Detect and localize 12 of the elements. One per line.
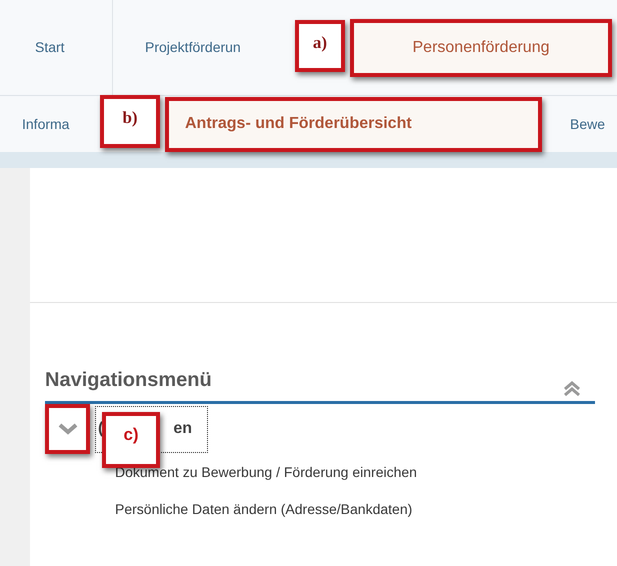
- callout-label: c): [102, 412, 160, 468]
- collapse-icon[interactable]: [563, 381, 581, 397]
- nav-tab[interactable]: Antrags- und Förderübersicht: [165, 96, 542, 152]
- menu-title: Navigationsmenü: [45, 368, 212, 393]
- callout-label: a): [295, 20, 345, 72]
- nav-tab[interactable]: Personenförderung: [350, 18, 612, 76]
- nav-tab[interactable]: Projektförderun: [113, 0, 288, 95]
- callout-label: b): [100, 95, 160, 148]
- chevron-down-icon: [58, 423, 78, 435]
- expand-toggle[interactable]: [45, 404, 90, 454]
- nav-tab[interactable]: Bewe: [570, 114, 606, 134]
- menu-link[interactable]: Persönliche Daten ändern (Adresse/Bankdaten): [115, 499, 412, 520]
